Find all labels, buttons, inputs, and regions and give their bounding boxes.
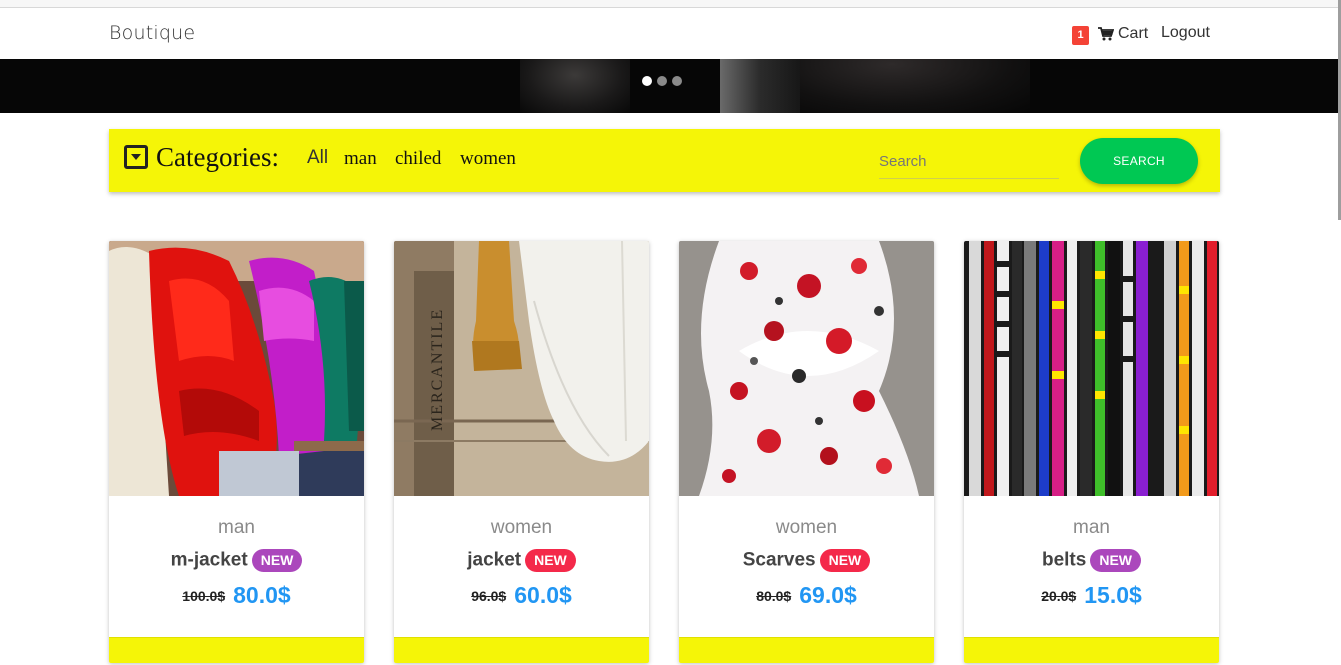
old-price: 80.0$ [756,587,792,604]
cart-label: Cart [1118,25,1149,42]
categories-title: Categories: [156,142,279,172]
product-image[interactable] [109,241,364,496]
carousel-dot[interactable] [657,76,667,86]
product-card[interactable]: MERCANTILE women jacket NEW 96.0$ 60.0$ [394,241,649,663]
browser-top-strip [0,0,1341,7]
product-category: women [775,517,838,538]
old-price: 20.0$ [1041,587,1077,604]
current-price: 60.0$ [514,582,572,608]
search-button[interactable]: SEARCH [1080,138,1198,184]
card-footer [109,637,364,663]
logout-link[interactable]: Logout [1161,24,1210,42]
cart-link[interactable]: 1 Cart [1072,23,1148,45]
search-input[interactable] [879,145,1059,179]
product-category: man [218,517,255,538]
product-name: belts [1041,549,1087,571]
product-name-row: m-jacket NEW [109,549,364,572]
carousel-dot[interactable] [642,76,652,86]
product-image[interactable] [679,241,934,496]
product-category: women [490,517,553,538]
product-price-row: 96.0$ 60.0$ [394,582,649,609]
product-card[interactable]: man m-jacket NEW 100.0$ 80.0$ [109,241,364,663]
brand-logo[interactable]: Boutique [109,22,195,44]
caret-square-down-icon [124,145,148,169]
product-card[interactable]: women Scarves NEW 80.0$ 69.0$ [679,241,934,663]
category-bar: Categories: All man chiled women SEARCH [109,129,1220,192]
category-man[interactable]: man [344,148,377,170]
current-price: 69.0$ [799,582,857,608]
product-category: man [1073,517,1110,538]
category-women[interactable]: women [460,148,516,170]
card-footer [679,637,934,663]
cart-icon [1098,27,1114,41]
hero-carousel[interactable] [0,59,1338,113]
new-badge: NEW [819,549,871,572]
category-chiled[interactable]: chiled [395,148,441,170]
product-price-row: 80.0$ 69.0$ [679,582,934,609]
product-name: jacket [467,549,522,571]
product-image[interactable]: MERCANTILE [394,241,649,496]
hero-image-shade [520,59,630,113]
card-footer [394,637,649,663]
carousel-dot[interactable] [672,76,682,86]
product-image[interactable] [964,241,1219,496]
new-badge: NEW [525,549,576,572]
old-price: 96.0$ [471,587,507,604]
category-all[interactable]: All [307,147,328,169]
new-badge: NEW [1090,549,1142,572]
product-name-row: jacket NEW [394,549,649,572]
card-footer [964,637,1219,663]
current-price: 80.0$ [233,582,291,608]
product-name-row: belts NEW [964,549,1219,572]
product-price-row: 100.0$ 80.0$ [109,582,364,609]
product-card[interactable]: man belts NEW 20.0$ 15.0$ [964,241,1219,663]
carousel-indicators [642,76,682,86]
product-price-row: 20.0$ 15.0$ [964,582,1219,609]
new-badge: NEW [251,549,303,572]
current-price: 15.0$ [1084,582,1142,608]
product-name: m-jacket [170,549,248,571]
hero-image-shade [800,59,1030,113]
product-name: Scarves [742,549,816,571]
old-price: 100.0$ [182,587,226,604]
cart-count-badge: 1 [1072,26,1089,45]
navbar: Boutique 1 Cart Logout [0,8,1341,59]
product-name-row: Scarves NEW [679,549,934,572]
svg-text:MERCANTILE: MERCANTILE [429,308,446,431]
